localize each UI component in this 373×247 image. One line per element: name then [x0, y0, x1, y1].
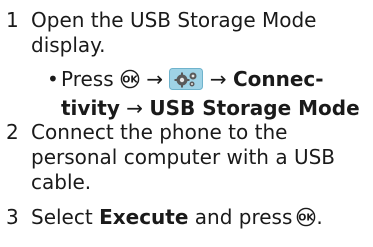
step-text: Connect the phone to the personal comput…: [31, 120, 369, 195]
menu-path-connectivity-cont: tivity: [61, 96, 120, 120]
arrow: →: [209, 67, 227, 91]
svg-text:OK: OK: [122, 75, 138, 86]
step-text-line: personal computer with a USB: [31, 145, 335, 169]
settings-gears-icon: [169, 68, 204, 96]
bullet: •: [47, 67, 59, 91]
step-number: 1: [6, 8, 19, 32]
arrow: →: [146, 67, 164, 91]
step-text-line: display.: [31, 33, 106, 57]
step-number: 2: [6, 120, 19, 144]
execute-label: Execute: [99, 205, 189, 229]
step-number: 3: [6, 205, 19, 229]
ok-key-icon: OK: [120, 69, 140, 95]
instructions-page: { "steps": [ { "number": "1", "text_line…: [0, 0, 373, 247]
period: .: [316, 205, 323, 229]
svg-text:OK: OK: [299, 213, 315, 224]
arrow: →: [126, 96, 144, 120]
step-text-line: cable.: [31, 170, 92, 194]
select-text: Select: [31, 205, 93, 229]
ok-key-icon: OK: [296, 207, 316, 233]
step-text-line: Connect the phone to the: [31, 120, 288, 144]
step-text: Select Execute and press OK .: [31, 205, 369, 233]
step-text-line: Open the USB Storage Mode: [31, 8, 317, 32]
substep-text: Press OK → → Connec- tivity → USB Storag…: [61, 67, 371, 121]
substep-line-1: Press OK → → Connec-: [61, 67, 371, 96]
and-press-text: and press: [194, 205, 293, 229]
menu-path-connectivity: Connec-: [232, 67, 324, 91]
step-text: Open the USB Storage Mode display.: [31, 8, 369, 58]
substep-line-2: tivity → USB Storage Mode: [61, 96, 371, 121]
press-text: Press: [61, 67, 114, 91]
menu-path-usb-storage-mode: USB Storage Mode: [149, 96, 360, 120]
